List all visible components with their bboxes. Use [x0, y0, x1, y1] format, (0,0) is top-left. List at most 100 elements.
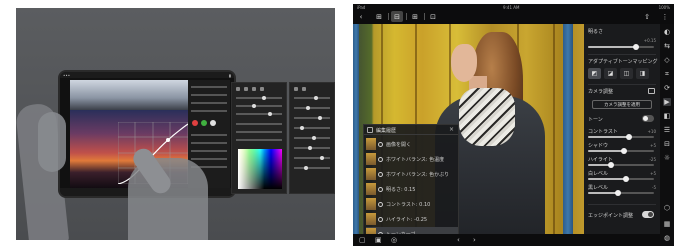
history-item-label: 画像を開く [386, 141, 412, 148]
adjust-row-value: +5 [650, 171, 656, 176]
curve-point[interactable] [166, 138, 170, 142]
floating-tool-panel-2 [289, 82, 335, 194]
history-thumbnail [366, 183, 376, 195]
rail-list-icon[interactable]: ☰ [663, 126, 671, 134]
adjust-row-value: +10 [647, 129, 656, 134]
rail-play-icon[interactable]: ▶ [663, 98, 671, 106]
more-menu-icon[interactable]: ⋮ [661, 11, 669, 22]
tone-toggle[interactable] [642, 115, 654, 122]
close-icon[interactable]: × [449, 126, 454, 133]
toolbar-view-button-4[interactable]: ⊡ [427, 11, 439, 22]
edge-point-toggle[interactable] [642, 211, 654, 218]
adjust-row-label: コントラスト [588, 129, 618, 135]
tablet-photo-sky [70, 80, 190, 110]
tone-tool-1-icon[interactable]: ◩ [588, 68, 601, 79]
adjust-row-value: -25 [649, 157, 656, 162]
rail-swap-icon[interactable]: ⇆ [663, 42, 671, 50]
status-time: 9:41 AM [503, 5, 520, 10]
back-button[interactable]: ‹ [357, 11, 365, 22]
rail-rotate-icon[interactable]: ⟳ [663, 84, 671, 92]
adjustments-panel: 明るさ +0.15 アダプティブトーンマッピング ◩ ◪ ◫ ◨ カメラ調整 カ… [584, 24, 660, 234]
history-item[interactable]: コントラスト: 0.10 [366, 197, 458, 211]
image-icon[interactable]: ▣ [375, 236, 382, 244]
toolbar-view-button-3[interactable]: ⊞ [409, 11, 421, 22]
visibility-icon[interactable] [378, 201, 383, 207]
history-panel: 編集履歴 × 画像を開く ホワイトバランス: 色温度 ホワイトバランス: 色かぶ… [363, 124, 459, 246]
share-icon[interactable]: ⇧ [643, 11, 651, 22]
history-item-label: ホワイトバランス: 色かぶり [386, 171, 450, 178]
history-thumbnail [366, 153, 376, 165]
history-item[interactable]: ホワイトバランス: 色かぶり [366, 167, 458, 181]
next-icon[interactable]: › [473, 236, 476, 244]
brightness-value: +0.15 [643, 38, 656, 43]
toolbar-view-button-2[interactable]: ⊟ [391, 11, 403, 22]
history-icon [367, 127, 373, 133]
visibility-icon[interactable] [378, 186, 383, 192]
history-item-label: コントラスト: 0.10 [386, 201, 431, 208]
rail-shape-icon[interactable]: ◇ [663, 56, 671, 64]
visibility-icon[interactable] [378, 171, 383, 177]
history-thumbnail [366, 213, 376, 225]
status-battery: 100% [658, 5, 670, 10]
subject-scarf [459, 88, 515, 146]
history-item[interactable]: ホワイトバランス: 色温度 [366, 152, 458, 166]
black-level-slider[interactable] [588, 190, 654, 196]
rail-tone-icon[interactable]: ◐ [663, 28, 671, 36]
apply-camera-adjust-button[interactable]: カメラ調整を適用 [592, 100, 652, 109]
adjust-row-value: -5 [652, 185, 656, 190]
status-carrier: iPad [357, 5, 366, 10]
toolbar-view-button-1[interactable]: ⊞ [373, 11, 385, 22]
floating-tool-panel-1 [231, 82, 287, 194]
camera-adjust-icon[interactable] [648, 88, 655, 94]
contrast-slider[interactable] [588, 134, 654, 140]
history-item[interactable]: 明るさ: 0.15 [366, 182, 458, 196]
rail-circle-icon[interactable]: ◍ [663, 234, 671, 242]
tone-tool-2-icon[interactable]: ◪ [604, 68, 617, 79]
tablet-status-right: ▮ [228, 73, 231, 78]
tablet-status-left: ••• [63, 73, 71, 78]
visibility-icon[interactable] [378, 156, 383, 162]
rail-pattern-icon[interactable]: ▦ [663, 220, 671, 228]
history-thumbnail [366, 138, 376, 150]
adjust-row-label: トーン [588, 117, 603, 123]
tablet-status-bar: ••• ▮ [60, 72, 234, 78]
history-item[interactable]: ハイライト: -0.25 [366, 212, 458, 226]
history-item-label: ハイライト: -0.25 [386, 216, 428, 223]
history-item-label: 明るさ: 0.15 [386, 186, 416, 193]
tone-mapping-tools: ◩ ◪ ◫ ◨ [588, 68, 649, 79]
brightness-label: 明るさ [588, 29, 604, 35]
history-panel-title: 編集履歴 [376, 128, 397, 134]
bottom-toolbar: ▢ ▣ ◎ ‹ › [353, 234, 660, 246]
crop-icon[interactable]: ▢ [359, 236, 366, 244]
color-picker[interactable] [238, 149, 282, 189]
rail-sun-icon[interactable]: ☼ [663, 154, 671, 162]
previous-icon[interactable]: ‹ [457, 236, 460, 244]
visibility-icon[interactable] [378, 216, 383, 222]
rail-layers-icon[interactable]: ⊟ [663, 140, 671, 148]
rail-hex-icon[interactable]: ⬡ [663, 204, 671, 212]
highlight-slider[interactable] [588, 162, 654, 168]
rail-grid-icon[interactable]: ⌗ [663, 70, 671, 78]
rail-mask-icon[interactable]: ◧ [663, 112, 671, 120]
camera-adjust-label: カメラ調整 [588, 89, 614, 95]
history-item[interactable]: 画像を開く [366, 137, 458, 151]
photo-editor-app: iPad 9:41 AM 100% ‹ ⊞ ⊟ ⊞ ⊡ ⇧ ⋮ 編集履歴 × 画… [353, 4, 674, 246]
subject-face [451, 44, 477, 82]
edge-point-label: エッジポイント調整 [588, 213, 634, 219]
target-icon[interactable]: ◎ [391, 236, 397, 244]
brightness-slider[interactable] [588, 44, 654, 50]
tone-tool-3-icon[interactable]: ◫ [620, 68, 633, 79]
white-level-slider[interactable] [588, 176, 654, 182]
visibility-icon[interactable] [378, 141, 383, 147]
product-photo-panel: ••• ▮ [16, 8, 335, 240]
adjust-row-value: +5 [650, 143, 656, 148]
status-bar: iPad 9:41 AM 100% [353, 4, 674, 10]
right-icon-rail: ◐ ⇆ ◇ ⌗ ⟳ ▶ ◧ ☰ ⊟ ☼ ⬡ ▦ ◍ [660, 24, 674, 246]
tone-tool-4-icon[interactable]: ◨ [636, 68, 649, 79]
top-toolbar: iPad 9:41 AM 100% ‹ ⊞ ⊟ ⊞ ⊡ ⇧ ⋮ [353, 4, 674, 24]
shadow-slider[interactable] [588, 148, 654, 154]
history-thumbnail [366, 198, 376, 210]
history-thumbnail [366, 168, 376, 180]
adjust-row-label: 白レベル [588, 171, 609, 177]
adjust-row-label: 黒レベル [588, 185, 609, 191]
